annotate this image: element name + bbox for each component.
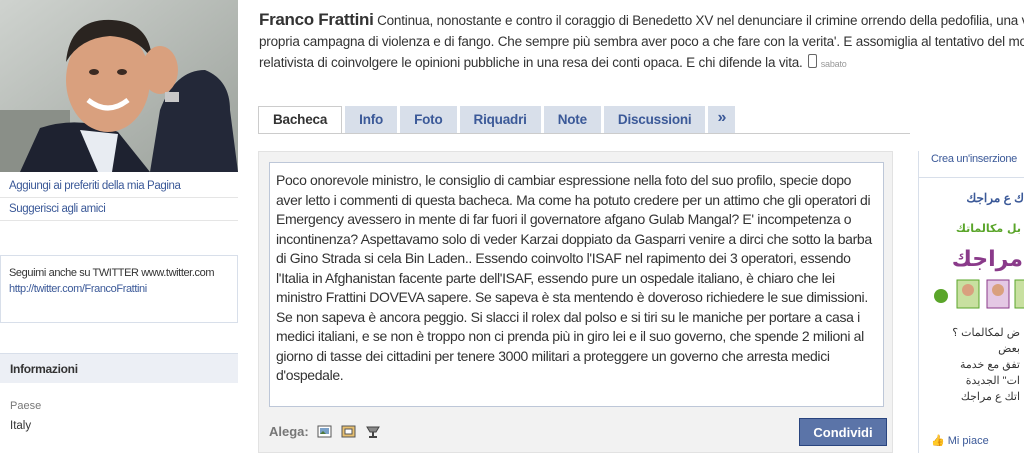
profile-name[interactable]: Franco Frattini [259,10,374,29]
country-value: Italy [10,420,32,432]
ad-text: ض لمكالمات ؟ بعض تفق مع خدمة ات" الجديدة… [920,325,1020,405]
twitter-link[interactable]: http://twitter.com/FrancoFrattini [9,283,147,295]
right-column: Crea un'inserzione ك ع مراجك بل مكالماتك… [918,151,1024,453]
country-label: Paese [10,400,42,412]
right-divider [919,177,1024,178]
mobile-icon [808,54,818,68]
tab-discussions[interactable]: Discussioni [603,106,706,134]
profile-header: Franco Frattini Continua, nonostante e c… [259,9,1024,75]
ad-text-line: ات" الجديدة [965,375,1020,387]
create-ad-link[interactable]: Crea un'inserzione [931,153,1017,165]
link-attach-icon[interactable] [365,424,381,439]
tab-info[interactable]: Info [345,106,398,134]
left-column: Aggiungi ai preferiti della mia Pagina S… [0,0,238,453]
ad-text-line: تفق مع خدمة [959,359,1020,371]
ad-text-line: اتك ع مراجك [960,391,1020,403]
ad-banner-top: بل مكالماتك [956,222,1021,235]
attach-bar: Alega: [269,424,381,439]
profile-tabs: Bacheca Info Foto Riquadri Note Discussi… [258,106,738,134]
ad-banner-main: مراجك [952,247,1023,272]
post-textarea[interactable]: Poco onorevole ministro, le consiglio di… [269,162,884,407]
tabs-divider [258,133,910,134]
status-text: Continua, nonostante e contro il coraggi… [259,13,1024,70]
thumbs-up-icon: 👍 [931,435,945,447]
attach-label: Alega: [269,424,309,439]
tab-boxes[interactable]: Riquadri [459,106,541,134]
add-to-favorites-link[interactable]: Aggiungi ai preferiti della mia Pagina [0,175,238,198]
twitter-text: Seguimi anche su TWITTER www.twitter.com [9,267,215,279]
photo-attach-icon[interactable] [317,424,333,439]
main-column: Franco Frattini Continua, nonostante e c… [238,0,1024,453]
video-attach-icon[interactable] [341,424,357,439]
info-heading: Informazioni [0,353,238,383]
ad-text-line: بعض [998,343,1020,355]
tab-notes[interactable]: Note [543,106,601,134]
ad-text-line: ض لمكالمات ؟ [952,327,1020,339]
share-button[interactable]: Condividi [799,418,887,446]
ad-image[interactable]: بل مكالماتك مراجك [931,214,1024,314]
twitter-box: Seguimi anche su TWITTER www.twitter.com… [0,255,238,323]
tab-wall[interactable]: Bacheca [258,106,343,134]
tab-photos[interactable]: Foto [400,106,457,134]
profile-photo-image [0,0,238,172]
status-time[interactable]: sabato [821,54,847,75]
profile-picture[interactable] [0,0,238,172]
ad-title[interactable]: ك ع مراجك [966,191,1024,205]
post-composer: Poco onorevole ministro, le consiglio di… [258,151,893,453]
ad-like-link[interactable]: 👍 Mi piace [931,434,989,447]
left-links: Aggiungi ai preferiti della mia Pagina S… [0,175,238,221]
tab-more[interactable]: » [708,106,736,134]
suggest-to-friends-link[interactable]: Suggerisci agli amici [0,198,238,221]
ad-like-label: Mi piace [947,435,989,447]
